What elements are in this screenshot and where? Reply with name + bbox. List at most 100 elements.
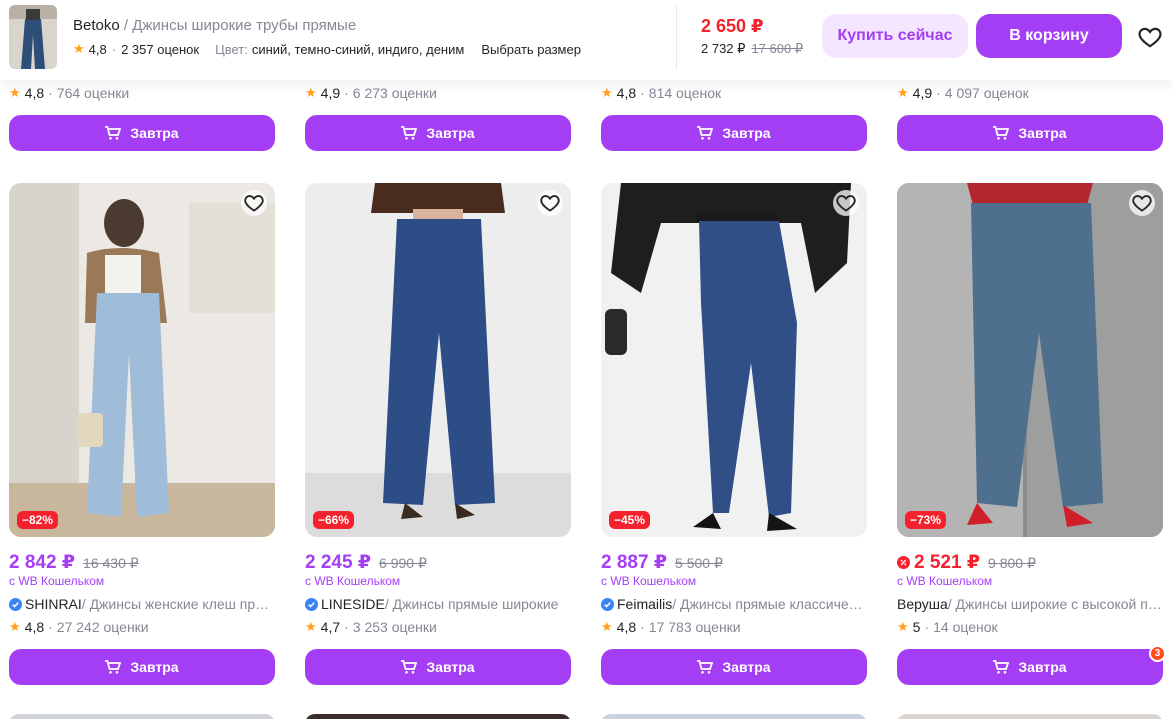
dot-separator: · — [111, 41, 117, 57]
delivery-tomorrow-button[interactable]: Завтра 3 — [897, 645, 1166, 685]
cart-icon — [993, 660, 1010, 674]
star-icon: ★ — [9, 85, 21, 100]
brand-name: Веруша — [897, 596, 948, 612]
product-thumbnail[interactable] — [9, 5, 57, 69]
heart-icon[interactable] — [537, 190, 563, 216]
wallet-note: с WB Кошельком — [601, 574, 697, 588]
dot-separator: · — [640, 619, 645, 635]
product-card[interactable]: −66% 2 245 ₽ 6 990 ₽ с WB Кошельком LINE… — [305, 183, 571, 685]
discount-badge: −45% — [609, 511, 651, 529]
heart-icon[interactable] — [1137, 24, 1163, 50]
sticky-product-name: Джинсы широкие трубы прямые — [132, 17, 357, 34]
product-photo — [9, 183, 275, 537]
wallet-note: с WB Кошельком — [897, 574, 993, 588]
product-title: / Джинсы женские клеш прямые — [81, 596, 275, 612]
dot-separator: · — [344, 85, 349, 101]
review-count: 4 097 оценок — [944, 85, 1029, 101]
heart-icon[interactable] — [241, 190, 267, 216]
sticky-price: 2 650 ₽ — [701, 16, 764, 36]
star-icon: ★ — [897, 85, 909, 100]
rating-value: 4,8 — [616, 619, 637, 635]
delivery-tomorrow-button[interactable]: Завтра — [601, 115, 867, 151]
sticky-product-title[interactable]: Betoko / Джинсы широкие трубы прямые — [73, 17, 356, 34]
dot-separator: · — [48, 619, 53, 635]
sticky-wallet-price: 2 732 ₽ — [701, 41, 746, 56]
button-label: Завтра — [130, 125, 179, 141]
product-thumbnail-image — [9, 5, 57, 69]
cart-icon — [697, 126, 714, 140]
add-to-cart-button[interactable]: В корзину — [976, 14, 1122, 58]
product-photo — [897, 183, 1163, 537]
header-divider — [676, 6, 677, 70]
current-price: 2 842 ₽ — [9, 552, 76, 573]
select-size-link[interactable]: Выбрать размер — [481, 42, 581, 57]
button-label: Завтра — [130, 659, 179, 675]
rating-value: 4,8 — [24, 85, 45, 101]
product-image[interactable]: −66% — [305, 183, 571, 537]
button-label: Завтра — [722, 125, 771, 141]
product-card[interactable]: −45% 2 887 ₽ 5 500 ₽ с WB Кошельком Feim… — [601, 183, 867, 685]
wallet-note: с WB Кошельком — [305, 574, 401, 588]
review-count: 14 оценок — [933, 619, 998, 635]
top-row-rating-1: ★ 4,8 · 764 оценки — [9, 85, 129, 101]
discount-badge: −82% — [17, 511, 59, 529]
top-row-rating-4: ★ 4,9 · 4 097 оценок — [897, 85, 1029, 101]
sticky-old-price: 17 600 ₽ — [751, 41, 804, 56]
rating-value: 4,7 — [320, 619, 341, 635]
product-name[interactable]: SHINRAI / Джинсы женские клеш прямые — [9, 596, 275, 612]
star-icon: ★ — [9, 619, 21, 634]
top-row-rating-3: ★ 4,8 · 814 оценок — [601, 85, 721, 101]
button-label: Завтра — [722, 659, 771, 675]
rating-value: 4,9 — [912, 85, 933, 101]
rating-value: 4,8 — [24, 619, 45, 635]
button-label: Завтра — [1018, 125, 1067, 141]
button-label: Завтра — [1018, 659, 1067, 675]
product-photo — [305, 183, 571, 537]
price-line: 2 521 ₽ 9 800 ₽ — [897, 551, 1036, 574]
sticky-reviews[interactable]: 2 357 оценок — [121, 42, 199, 57]
review-count: 27 242 оценки — [56, 619, 149, 635]
product-image[interactable]: −82% — [9, 183, 275, 537]
rating-value: 4,9 — [320, 85, 341, 101]
sticky-product-header: Betoko / Джинсы широкие трубы прямые ★ 4… — [0, 0, 1172, 80]
brand-name: Feimailis — [617, 596, 673, 612]
price-line: 2 887 ₽ 5 500 ₽ — [601, 551, 723, 574]
next-row-card-edge — [601, 714, 867, 719]
star-icon: ★ — [897, 619, 909, 634]
dot-separator: · — [936, 85, 941, 101]
sticky-sub-prices: 2 732 ₽ 17 600 ₽ — [701, 41, 803, 57]
delivery-tomorrow-button[interactable]: Завтра — [305, 649, 571, 685]
product-name[interactable]: Веруша / Джинсы широкие с высокой посадк… — [897, 596, 1163, 612]
current-price: 2 521 ₽ — [914, 552, 981, 573]
sticky-meta: ★ 4,8 · 2 357 оценок Цвет: синий, темно-… — [73, 41, 581, 57]
brand-name: LINESIDE — [321, 596, 385, 612]
buy-now-button[interactable]: Купить сейчас — [822, 14, 968, 58]
product-name[interactable]: Feimailis / Джинсы прямые классические — [601, 596, 867, 612]
sticky-brand: Betoko — [73, 17, 120, 34]
rating-line: ★ 4,8 · 17 783 оценки — [601, 619, 741, 635]
price-line: 2 245 ₽ 6 990 ₽ — [305, 551, 427, 574]
delivery-tomorrow-button[interactable]: Завтра — [305, 115, 571, 151]
cart-icon — [105, 126, 122, 140]
product-title: / Джинсы прямые классические — [672, 596, 867, 612]
delivery-tomorrow-button[interactable]: Завтра — [897, 115, 1163, 151]
old-price: 6 990 ₽ — [379, 555, 427, 571]
cart-icon — [401, 660, 418, 674]
color-label: Цвет: — [215, 41, 248, 57]
old-price: 16 430 ₽ — [83, 555, 139, 571]
current-price: 2 245 ₽ — [305, 552, 372, 573]
delivery-tomorrow-button[interactable]: Завтра — [601, 649, 867, 685]
product-name[interactable]: LINESIDE / Джинсы прямые широкие — [305, 596, 571, 612]
star-icon: ★ — [601, 619, 613, 634]
sticky-rating: 4,8 — [88, 41, 107, 57]
product-photo — [601, 183, 867, 537]
product-image[interactable]: −73% — [897, 183, 1163, 537]
delivery-tomorrow-button[interactable]: Завтра — [9, 115, 275, 151]
product-image[interactable]: −45% — [601, 183, 867, 537]
delivery-tomorrow-button[interactable]: Завтра — [9, 649, 275, 685]
verified-badge-icon — [9, 597, 22, 611]
product-card[interactable]: −82% 2 842 ₽ 16 430 ₽ с WB Кошельком SHI… — [9, 183, 275, 685]
heart-icon[interactable] — [833, 190, 859, 216]
product-card[interactable]: −73% 2 521 ₽ 9 800 ₽ с WB Кошельком Веру… — [897, 183, 1166, 685]
heart-icon[interactable] — [1129, 190, 1155, 216]
